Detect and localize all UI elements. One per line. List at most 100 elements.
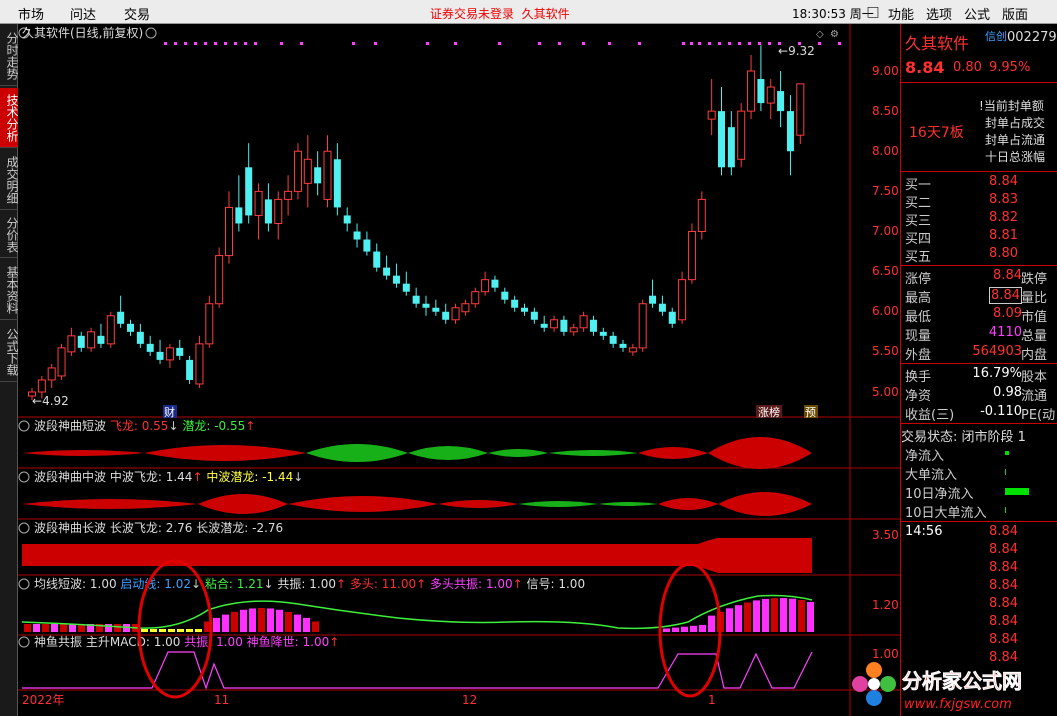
signal-dot	[768, 42, 771, 45]
wave-segment	[548, 450, 638, 456]
menu-function[interactable]: 功能	[888, 4, 914, 23]
signal-dot	[300, 42, 303, 45]
candle-body	[658, 303, 666, 312]
signal-dot	[758, 42, 761, 45]
title-dropdown-icon[interactable]	[145, 27, 157, 39]
diamond-icon[interactable]: ◇	[816, 29, 824, 40]
shenyu-signal-line	[22, 651, 813, 690]
indicator-sy-label: 神鱼共振 主升MACD: 1.00 共振: 1.00 神鱼降世: 1.00↑	[34, 635, 339, 649]
candle-body	[195, 343, 204, 385]
signal-dot	[254, 42, 257, 45]
signal-dot	[234, 42, 237, 45]
pane-collapse-icon[interactable]	[18, 636, 30, 648]
ma-bar	[222, 614, 229, 632]
ma-bar	[24, 624, 31, 632]
candlestick-series[interactable]	[28, 45, 805, 401]
login-warning[interactable]: 证券交易未登录 久其软件	[430, 5, 570, 22]
wave-segment	[198, 494, 288, 514]
ma-bar	[780, 598, 787, 632]
bid-row[interactable]: 买一 8.84	[901, 174, 1057, 193]
tab-profile[interactable]: 基本资料	[0, 260, 19, 320]
signal-dot	[728, 42, 731, 45]
ma-bar	[105, 624, 112, 632]
bid-row[interactable]: 买四 8.81	[901, 228, 1057, 247]
stat-row: 外盘 564903 内盘	[905, 344, 1048, 363]
ma-bar	[150, 629, 157, 632]
signal-dot	[838, 42, 841, 45]
window-restore-icon[interactable]: □	[864, 0, 882, 24]
low-marker: ←4.92	[32, 394, 69, 408]
tab-deals[interactable]: 成交明细	[0, 150, 19, 210]
badge-yu[interactable]: 预	[805, 406, 816, 419]
chart-svg[interactable]: 久其软件(日线,前复权) ◇ ⚙ 9.00 8.50 8.00 7.50 7.0…	[18, 24, 900, 716]
candle-body	[412, 295, 420, 304]
tab-price-table[interactable]: 分价表	[0, 212, 19, 258]
candle-body	[176, 347, 184, 356]
tab-technical[interactable]: 技术分析	[0, 88, 19, 148]
settings-icon[interactable]: ⚙	[830, 29, 839, 40]
tab-formula-download[interactable]: 公式下载	[0, 322, 19, 382]
chart-area[interactable]: 久其软件(日线,前复权) ◇ ⚙ 9.00 8.50 8.00 7.50 7.0…	[18, 24, 900, 716]
signal-dot	[638, 42, 641, 45]
indicator-long-label: 波段神曲长波 长波飞龙: 2.76 长波潜龙: -2.76	[34, 520, 283, 535]
price-tick: 5.00	[872, 385, 899, 399]
pane-collapse-icon[interactable]	[18, 471, 30, 483]
stock-name: 久其软件	[905, 34, 970, 53]
stock-code: 002279	[1007, 30, 1057, 45]
ma-bar	[141, 629, 148, 632]
candle-body	[628, 347, 637, 353]
divider	[901, 363, 1057, 364]
price-pct: 9.95%	[989, 60, 1031, 75]
menu-layout[interactable]: 版面	[1002, 4, 1028, 23]
candle-body	[392, 275, 400, 284]
menu-trade[interactable]: 交易	[124, 4, 150, 23]
brand-text: 久其软件	[521, 7, 570, 21]
wave-segment	[708, 437, 812, 469]
pane-collapse-icon[interactable]	[18, 420, 30, 432]
candle-body	[353, 231, 361, 240]
menu-market[interactable]: 市场	[18, 4, 44, 23]
signal-dot	[204, 42, 207, 45]
xinchuang-tag[interactable]: 信创	[985, 28, 1007, 44]
wave-segment	[22, 450, 144, 456]
ma-bar	[276, 609, 283, 632]
bid-row[interactable]: 买五 8.80	[901, 246, 1057, 265]
tick-row: 8.84	[989, 596, 1018, 611]
price-change: 0.80	[953, 60, 982, 75]
ma-bar	[249, 608, 256, 632]
candle-body	[97, 335, 105, 344]
ma-bar	[771, 598, 778, 632]
signal-dot	[498, 42, 501, 45]
signal-dot	[582, 42, 585, 45]
bid-row[interactable]: 买三 8.82	[901, 210, 1057, 229]
candle-body	[757, 79, 765, 104]
signal-dot	[558, 42, 561, 45]
ma-bar	[708, 615, 715, 632]
indicator-jx-label: 均线短波: 1.00 启动线: 1.02↓ 粘合: 1.21↓ 共振: 1.00…	[34, 576, 585, 591]
badge-cai[interactable]: 财	[164, 405, 175, 419]
badge-zhangbang[interactable]: 涨榜	[758, 405, 780, 419]
stat-row: 最高 8.84 量比	[905, 287, 1048, 306]
candle-body	[471, 291, 480, 305]
candle-body	[205, 303, 214, 345]
menu-formula[interactable]: 公式	[964, 4, 990, 23]
ma-bar	[762, 598, 769, 632]
menu-wenda[interactable]: 问达	[70, 4, 96, 23]
menu-options[interactable]: 选项	[926, 4, 952, 23]
candle-body	[87, 331, 96, 349]
divider	[901, 171, 1057, 172]
bid-row[interactable]: 买二 8.83	[901, 192, 1057, 211]
candle-body	[550, 319, 559, 329]
tab-time-share[interactable]: 分时走势	[0, 26, 19, 86]
pane-collapse-icon[interactable]	[18, 578, 30, 590]
pane-collapse-icon[interactable]	[18, 522, 30, 534]
indicator-short-label: 波段神曲短波 飞龙: 0.55↓ 潜龙: -0.55↑	[34, 418, 255, 433]
signal-dot	[426, 42, 429, 45]
candle-body	[333, 159, 341, 208]
candle-body	[560, 319, 568, 332]
ma-bar	[789, 598, 796, 632]
signal-dot	[174, 42, 177, 45]
candle-body	[609, 335, 617, 344]
signal-dot	[224, 42, 227, 45]
candle-body	[146, 343, 154, 352]
